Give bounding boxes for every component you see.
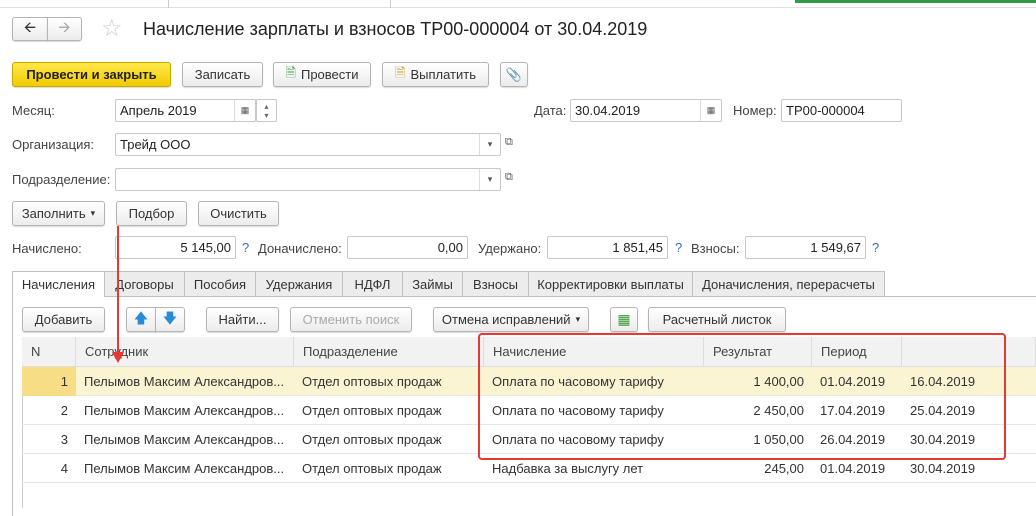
- accrued-help[interactable]: ?: [242, 240, 249, 255]
- top-strip-divider: [390, 0, 391, 8]
- move-down-button[interactable]: 🡇: [155, 307, 185, 332]
- chevron-down-icon: ▾: [90, 208, 96, 218]
- save-button[interactable]: Записать: [182, 62, 263, 87]
- date-label: Дата:: [534, 103, 567, 118]
- table-add-icon: ▦: [617, 311, 631, 327]
- extra-label: Доначислено:: [258, 241, 342, 256]
- cell-department: Отдел оптовых продаж: [302, 432, 442, 447]
- extra-field: 0,00: [347, 236, 468, 259]
- arrow-down-icon: 🡇: [162, 309, 178, 326]
- month-value: Апрель 2019: [120, 103, 197, 118]
- contrib-label: Взносы:: [691, 241, 740, 256]
- org-label: Организация:: [12, 137, 95, 152]
- payslip-button[interactable]: Расчетный листок: [648, 307, 786, 332]
- clear-button[interactable]: Очистить: [198, 201, 279, 226]
- cell-employee: Пелымов Максим Александров...: [84, 403, 285, 418]
- tab-accruals[interactable]: Начисления: [12, 271, 105, 297]
- add-button[interactable]: Добавить: [22, 307, 105, 332]
- attach-button[interactable]: 📎: [500, 62, 528, 87]
- move-up-button[interactable]: 🡅: [126, 307, 156, 332]
- tab-deductions[interactable]: Удержания: [255, 271, 343, 296]
- cancel-fix-button[interactable]: Отмена исправлений ▾: [433, 307, 589, 332]
- col-n[interactable]: N: [22, 337, 76, 367]
- fill-button[interactable]: Заполнить ▾: [12, 201, 105, 226]
- cell-row-number: 3: [60, 432, 68, 447]
- arrow-right-icon: 🡪: [58, 18, 71, 36]
- calendar-icon[interactable]: ▦: [700, 100, 721, 121]
- dept-field[interactable]: ▾: [115, 168, 501, 191]
- tab-recalculations[interactable]: Доначисления, перерасчеты: [692, 271, 885, 296]
- pay-icon: 🗎: [395, 64, 406, 80]
- annotation-arrow-line: [117, 226, 119, 354]
- add-table-button[interactable]: ▦: [610, 307, 638, 332]
- page-title: Начисление зарплаты и взносов ТР00-00000…: [143, 19, 648, 39]
- cell-department: Отдел оптовых продаж: [302, 461, 442, 476]
- dept-open-icon[interactable]: ⧉: [505, 171, 513, 184]
- dept-label: Подразделение:: [12, 172, 111, 187]
- org-value: Трейд ООО: [120, 137, 191, 152]
- col-department[interactable]: Подразделение: [294, 337, 484, 367]
- tab-payment-corrections[interactable]: Корректировки выплаты: [528, 271, 693, 296]
- cell-department: Отдел оптовых продаж: [302, 403, 442, 418]
- cell-employee: Пелымов Максим Александров...: [84, 374, 285, 389]
- month-field[interactable]: Апрель 2019 ▦: [115, 99, 256, 122]
- pay-button[interactable]: 🗎 Выплатить: [382, 62, 489, 87]
- dropdown-icon[interactable]: ▾: [479, 134, 500, 155]
- contrib-help[interactable]: ?: [872, 240, 879, 255]
- pick-button[interactable]: Подбор: [116, 201, 187, 226]
- accrued-label: Начислено:: [12, 241, 82, 256]
- cell-row-number: 2: [60, 403, 68, 418]
- tab-contributions[interactable]: Взносы: [462, 271, 529, 296]
- active-window-indicator: [795, 0, 1036, 3]
- org-field[interactable]: Трейд ООО ▾: [115, 133, 501, 156]
- highlight-box: [478, 333, 1006, 460]
- org-open-icon[interactable]: ⧉: [505, 136, 513, 149]
- number-field[interactable]: ТР00-000004: [781, 99, 902, 122]
- post-and-close-button[interactable]: Провести и закрыть: [12, 62, 171, 87]
- find-button[interactable]: Найти...: [206, 307, 279, 332]
- forward-button[interactable]: 🡪: [47, 17, 82, 41]
- cell-employee: Пелымов Максим Александров...: [84, 432, 285, 447]
- withheld-help[interactable]: ?: [675, 240, 682, 255]
- cancel-fix-label: Отмена исправлений: [441, 312, 571, 327]
- post-icon: 🗎: [285, 64, 296, 80]
- tab-ndfl[interactable]: НДФЛ: [342, 271, 403, 296]
- accrued-field: 5 145,00: [115, 236, 236, 259]
- cancel-search-button[interactable]: Отменить поиск: [290, 307, 412, 332]
- post-label: Провести: [300, 67, 359, 82]
- contrib-field: 1 549,67: [745, 236, 866, 259]
- post-button[interactable]: 🗎 Провести: [273, 62, 371, 87]
- arrow-up-icon: 🡅: [133, 309, 149, 326]
- arrow-left-icon: 🡨: [23, 18, 37, 36]
- paperclip-icon: 📎: [505, 66, 523, 82]
- withheld-field: 1 851,45: [547, 236, 668, 259]
- date-field[interactable]: 30.04.2019 ▦: [570, 99, 722, 122]
- dropdown-icon[interactable]: ▾: [479, 169, 500, 190]
- chevron-down-icon: ▾: [575, 314, 581, 324]
- date-value: 30.04.2019: [575, 103, 641, 118]
- cell-row-number: 1: [22, 367, 76, 396]
- back-button[interactable]: 🡨: [12, 17, 48, 41]
- cell-row-number: 4: [60, 461, 68, 476]
- withheld-label: Удержано:: [478, 241, 542, 256]
- cell-employee: Пелымов Максим Александров...: [84, 461, 285, 476]
- col-employee[interactable]: Сотрудник: [76, 337, 294, 367]
- month-label: Месяц:: [12, 103, 55, 118]
- month-spinner[interactable]: ▴ ▾: [256, 99, 277, 122]
- calendar-icon[interactable]: ▦: [234, 100, 255, 121]
- fill-label: Заполнить: [21, 206, 86, 221]
- pay-label: Выплатить: [410, 67, 476, 82]
- tab-benefits[interactable]: Пособия: [184, 271, 256, 296]
- top-strip-divider: [168, 0, 169, 8]
- number-label: Номер:: [733, 103, 777, 118]
- tab-loans[interactable]: Займы: [402, 271, 463, 296]
- cell-department: Отдел оптовых продаж: [302, 374, 442, 389]
- annotation-arrow-head: [112, 352, 124, 363]
- favorite-star-icon[interactable]: ☆: [101, 14, 123, 43]
